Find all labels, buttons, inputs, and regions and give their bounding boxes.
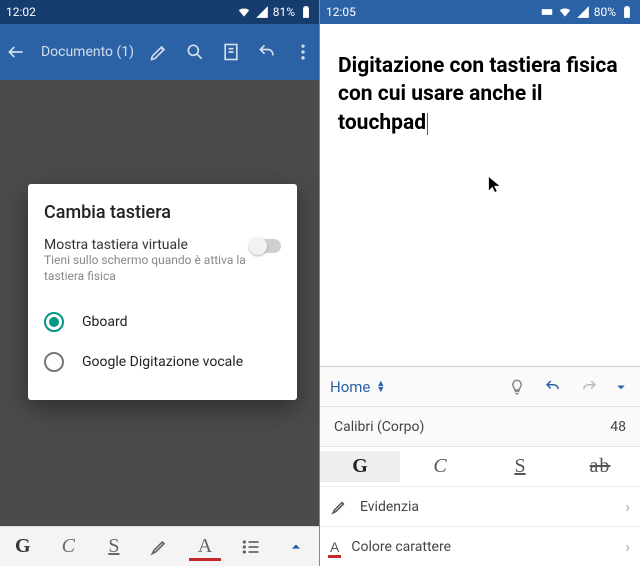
highlight-icon	[330, 498, 348, 516]
fontcolor-label: Colore carattere	[351, 539, 451, 555]
highlight-label: Evidenzia	[360, 499, 419, 515]
battery-icon	[299, 5, 313, 19]
virtual-keyboard-row[interactable]: Mostra tastiera virtuale Tieni sullo sch…	[44, 237, 281, 284]
document-area[interactable]: Digitazione con tastiera fisica con cui …	[320, 24, 640, 360]
fontcolor-row[interactable]: A Colore carattere ›	[320, 526, 640, 566]
status-bar: 12:02 81%	[0, 0, 319, 24]
status-bar: 12:05 80%	[320, 0, 640, 24]
keyboard-icon	[540, 5, 554, 19]
chevron-right-icon: ›	[625, 537, 630, 556]
search-icon[interactable]	[185, 42, 205, 62]
status-time: 12:05	[326, 5, 356, 19]
chevron-right-icon: ›	[625, 497, 630, 516]
battery-text: 80%	[594, 5, 616, 19]
pen-icon[interactable]	[149, 42, 169, 62]
font-row: Calibri (Corpo) 48	[320, 406, 640, 446]
format-row: G C S ab	[320, 446, 640, 486]
font-color-icon: A	[330, 539, 339, 555]
undo-icon[interactable]	[544, 378, 562, 396]
expand-button[interactable]	[282, 537, 310, 557]
document-title: Documento (1)	[26, 44, 149, 60]
app-bar: Documento (1)	[0, 24, 319, 80]
more-icon[interactable]	[293, 42, 313, 62]
collapse-icon[interactable]	[612, 378, 630, 396]
home-label: Home	[330, 378, 370, 396]
status-time: 12:02	[6, 5, 36, 19]
vkbd-switch[interactable]	[251, 239, 281, 253]
lightbulb-icon[interactable]	[508, 378, 526, 396]
undo-icon[interactable]	[257, 42, 277, 62]
vkbd-title: Mostra tastiera virtuale	[44, 237, 251, 253]
strike-button[interactable]: ab	[560, 451, 640, 482]
home-tab[interactable]: Home ▲▼	[330, 378, 385, 396]
text-cursor	[427, 113, 428, 135]
vkbd-subtitle: Tieni sullo schermo quando è attiva la t…	[44, 253, 251, 284]
status-icons: 81%	[237, 5, 313, 19]
reading-icon[interactable]	[221, 42, 241, 62]
radio-selected-icon	[44, 312, 64, 332]
font-name[interactable]: Calibri (Corpo)	[334, 419, 424, 435]
updown-icon: ▲▼	[376, 381, 385, 393]
status-icons: 80%	[540, 5, 634, 19]
battery-icon	[620, 5, 634, 19]
keyboard-dialog: Cambia tastiera Mostra tastiera virtuale…	[28, 184, 297, 400]
bold-button[interactable]: G	[9, 535, 37, 558]
mouse-cursor-icon	[488, 174, 502, 202]
list-button[interactable]	[237, 537, 265, 557]
right-screenshot: 12:05 80% Digitazione con tastiera fisic…	[320, 0, 640, 566]
keyboard-option-voice[interactable]: Google Digitazione vocale	[44, 342, 281, 382]
radio-label: Google Digitazione vocale	[82, 354, 243, 370]
dialog-title: Cambia tastiera	[44, 202, 281, 223]
keyboard-option-gboard[interactable]: Gboard	[44, 302, 281, 342]
document-text: Digitazione con tastiera fisica con cui …	[338, 54, 618, 135]
radio-unselected-icon	[44, 352, 64, 372]
italic-button[interactable]: C	[400, 451, 480, 482]
radio-label: Gboard	[82, 314, 128, 330]
underline-button[interactable]: S	[100, 535, 128, 558]
battery-text: 81%	[273, 5, 295, 19]
format-toolbar: G C S A	[0, 526, 319, 566]
back-icon[interactable]	[6, 42, 26, 62]
ribbon-panel: Home ▲▼ Calibri (Corpo) 48 G C S ab Evid…	[320, 366, 640, 566]
highlight-button[interactable]	[145, 537, 173, 557]
font-color-button[interactable]: A	[191, 535, 219, 558]
italic-button[interactable]: C	[54, 535, 82, 558]
signal-icon	[255, 5, 269, 19]
underline-button[interactable]: S	[480, 451, 560, 482]
highlight-row[interactable]: Evidenzia ›	[320, 486, 640, 526]
bold-button[interactable]: G	[320, 451, 400, 482]
ribbon-top-row: Home ▲▼	[320, 366, 640, 406]
font-size[interactable]: 48	[610, 419, 626, 435]
redo-icon[interactable]	[580, 378, 598, 396]
left-screenshot: 12:02 81% Documento (1) Cambia tastiera …	[0, 0, 320, 566]
wifi-icon	[558, 5, 572, 19]
signal-icon	[576, 5, 590, 19]
wifi-icon	[237, 5, 251, 19]
